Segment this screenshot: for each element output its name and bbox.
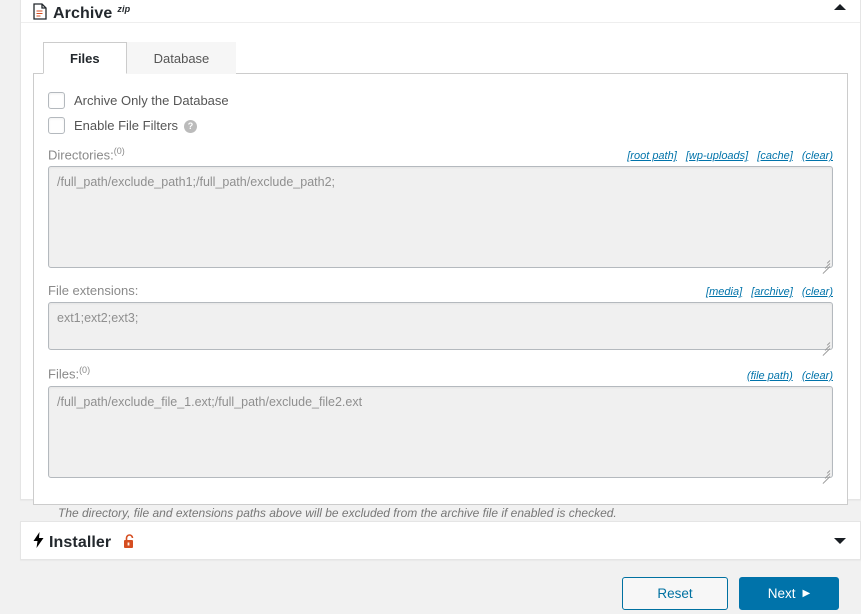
link-file-path[interactable]: (file path)	[747, 370, 793, 382]
file-extensions-links: [media] [archive] (clear)	[700, 286, 833, 298]
archive-title-text: Archive	[53, 6, 112, 22]
tab-files[interactable]: Files	[43, 42, 127, 74]
file-extensions-input-wrap	[48, 302, 833, 353]
file-extensions-label: File extensions:	[48, 283, 138, 298]
link-extensions-clear[interactable]: (clear)	[802, 286, 833, 298]
directories-links: [root path] [wp-uploads] [cache] (clear)	[621, 150, 833, 162]
link-cache[interactable]: [cache]	[757, 150, 792, 162]
archive-tabs-wrap: Files Database	[21, 23, 860, 74]
file-extensions-input[interactable]	[48, 302, 833, 350]
file-document-icon	[33, 3, 47, 20]
unlocked-padlock-icon	[123, 534, 136, 549]
file-extensions-label-text: File extensions:	[48, 283, 138, 298]
directories-textarea-wrap	[48, 166, 833, 271]
link-files-clear[interactable]: (clear)	[802, 370, 833, 382]
caret-up-icon[interactable]	[834, 4, 846, 10]
link-wp-uploads[interactable]: [wp-uploads]	[686, 150, 748, 162]
page-root: Archive zip Files Database Archive Only …	[0, 0, 861, 614]
reset-button[interactable]: Reset	[622, 577, 728, 610]
archive-only-database-row: Archive Only the Database	[48, 92, 833, 109]
archive-panel: Archive zip Files Database Archive Only …	[20, 0, 861, 500]
files-field-group: Files:(0) (file path) (clear)	[48, 365, 833, 480]
files-field-head: Files:(0) (file path) (clear)	[48, 365, 833, 381]
help-icon[interactable]: ?	[184, 120, 197, 133]
files-tab-panel: Archive Only the Database Enable File Fi…	[33, 74, 848, 505]
enable-file-filters-checkbox[interactable]	[48, 117, 65, 134]
directories-field-group: Directories:(0) [root path] [wp-uploads]…	[48, 146, 833, 271]
tab-database-label: Database	[154, 51, 210, 66]
directories-label: Directories:(0)	[48, 146, 125, 162]
caret-down-icon[interactable]	[834, 538, 846, 544]
next-button[interactable]: Next ▶	[739, 577, 839, 610]
files-label-text: Files:	[48, 367, 79, 382]
next-arrow-icon: ▶	[803, 589, 811, 599]
link-root-path[interactable]: [root path]	[627, 150, 677, 162]
link-directories-clear[interactable]: (clear)	[802, 150, 833, 162]
archive-panel-title: Archive zip	[33, 1, 130, 22]
directories-textarea[interactable]	[48, 166, 833, 268]
archive-only-database-label[interactable]: Archive Only the Database	[74, 93, 229, 109]
tab-database[interactable]: Database	[127, 42, 237, 74]
file-extensions-field-head: File extensions: [media] [archive] (clea…	[48, 283, 833, 298]
tab-files-label: Files	[70, 51, 100, 66]
installer-panel-header[interactable]: Installer	[21, 522, 860, 559]
enable-file-filters-row: Enable File Filters ?	[48, 117, 833, 134]
files-textarea-wrap	[48, 386, 833, 481]
file-extensions-field-group: File extensions: [media] [archive] (clea…	[48, 283, 833, 353]
archive-panel-header[interactable]: Archive zip	[21, 0, 860, 23]
directories-field-head: Directories:(0) [root path] [wp-uploads]…	[48, 146, 833, 162]
enable-file-filters-label[interactable]: Enable File Filters	[74, 118, 178, 134]
archive-only-database-checkbox[interactable]	[48, 92, 65, 109]
installer-title-text: Installer	[49, 535, 111, 551]
next-button-label: Next	[768, 587, 796, 601]
installer-panel-title: Installer	[33, 531, 136, 551]
directories-label-text: Directories:	[48, 147, 114, 162]
files-label: Files:(0)	[48, 365, 90, 381]
installer-panel: Installer	[20, 521, 861, 560]
files-links: (file path) (clear)	[741, 370, 833, 382]
directories-count: (0)	[114, 146, 125, 156]
link-media[interactable]: [media]	[706, 286, 742, 298]
lightning-bolt-icon	[33, 532, 44, 548]
archive-title-superscript: zip	[117, 5, 130, 14]
archive-tabs: Files Database	[33, 41, 848, 74]
reset-button-label: Reset	[657, 587, 692, 601]
files-textarea[interactable]	[48, 386, 833, 478]
link-archive[interactable]: [archive]	[751, 286, 793, 298]
footer-actions: Reset Next ▶	[622, 577, 839, 610]
files-count: (0)	[79, 365, 90, 375]
